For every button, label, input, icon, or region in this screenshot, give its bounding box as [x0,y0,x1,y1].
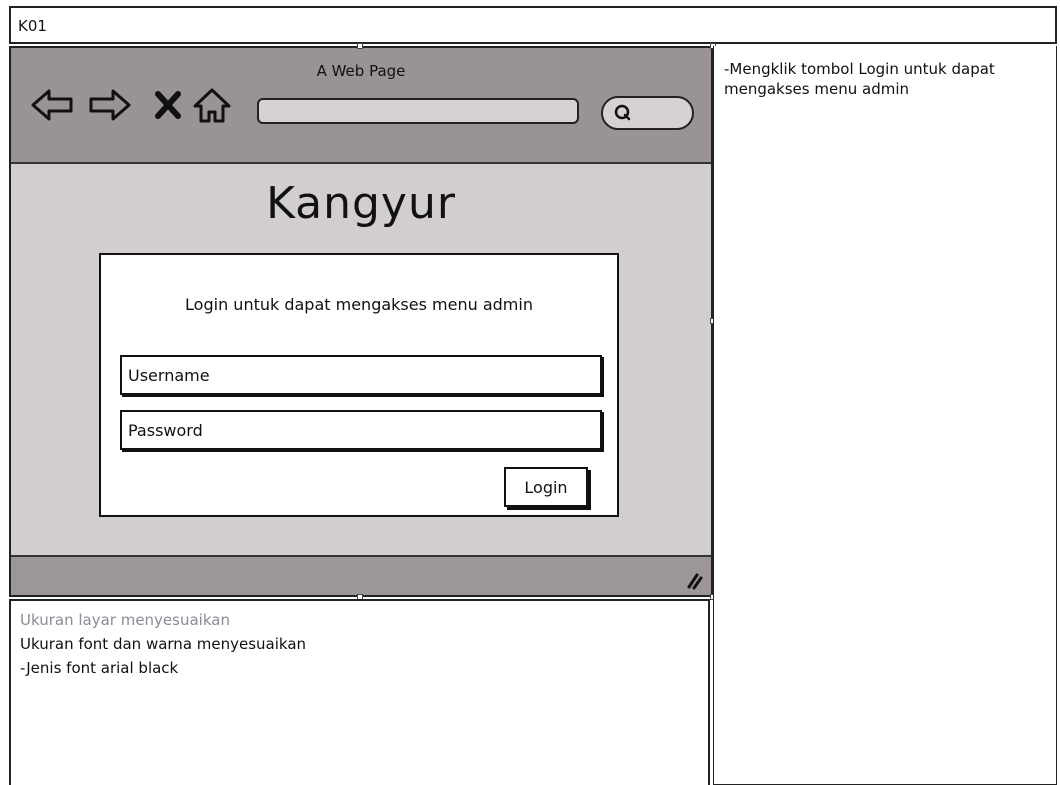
password-input[interactable] [120,410,602,450]
annotation-line: -Jenis font arial black [20,659,179,677]
url-input[interactable] [257,98,579,124]
browser-title: A Web Page [316,62,406,80]
search-icon [614,104,631,121]
forward-arrow-icon[interactable] [87,82,133,128]
wireframe-id-label: K01 [18,17,47,35]
selection-handle [357,43,363,49]
stop-icon[interactable] [145,82,191,128]
browser-window: A Web Page Kangyur Login untuk dapat men… [9,46,713,597]
home-icon[interactable] [189,82,235,128]
annotation-line: Ukuran font dan warna menyesuaikan [20,635,307,653]
resize-grip-icon[interactable] [679,567,703,591]
annotation-line: Ukuran layar menyesuaikan [20,611,230,629]
login-message: Login untuk dapat mengakses menu admin [185,295,533,314]
annotation-panel-bottom: Ukuran layar menyesuaikan Ukuran font da… [9,599,710,785]
username-input[interactable] [120,355,602,395]
annotation-panel-right: -Mengklik tombol Login untuk dapat menga… [713,46,1057,785]
login-button[interactable]: Login [504,467,588,507]
site-brand-title: Kangyur [266,178,456,229]
browser-status-bar [11,555,711,595]
browser-toolbar: A Web Page [11,48,711,164]
back-arrow-icon[interactable] [29,82,75,128]
browser-search-button[interactable] [601,96,694,130]
login-panel: Login untuk dapat mengakses menu admin L… [99,253,619,517]
wireframe-id-bar: K01 [9,6,1057,44]
annotation-text: -Mengklik tombol Login untuk dapat menga… [724,60,995,98]
